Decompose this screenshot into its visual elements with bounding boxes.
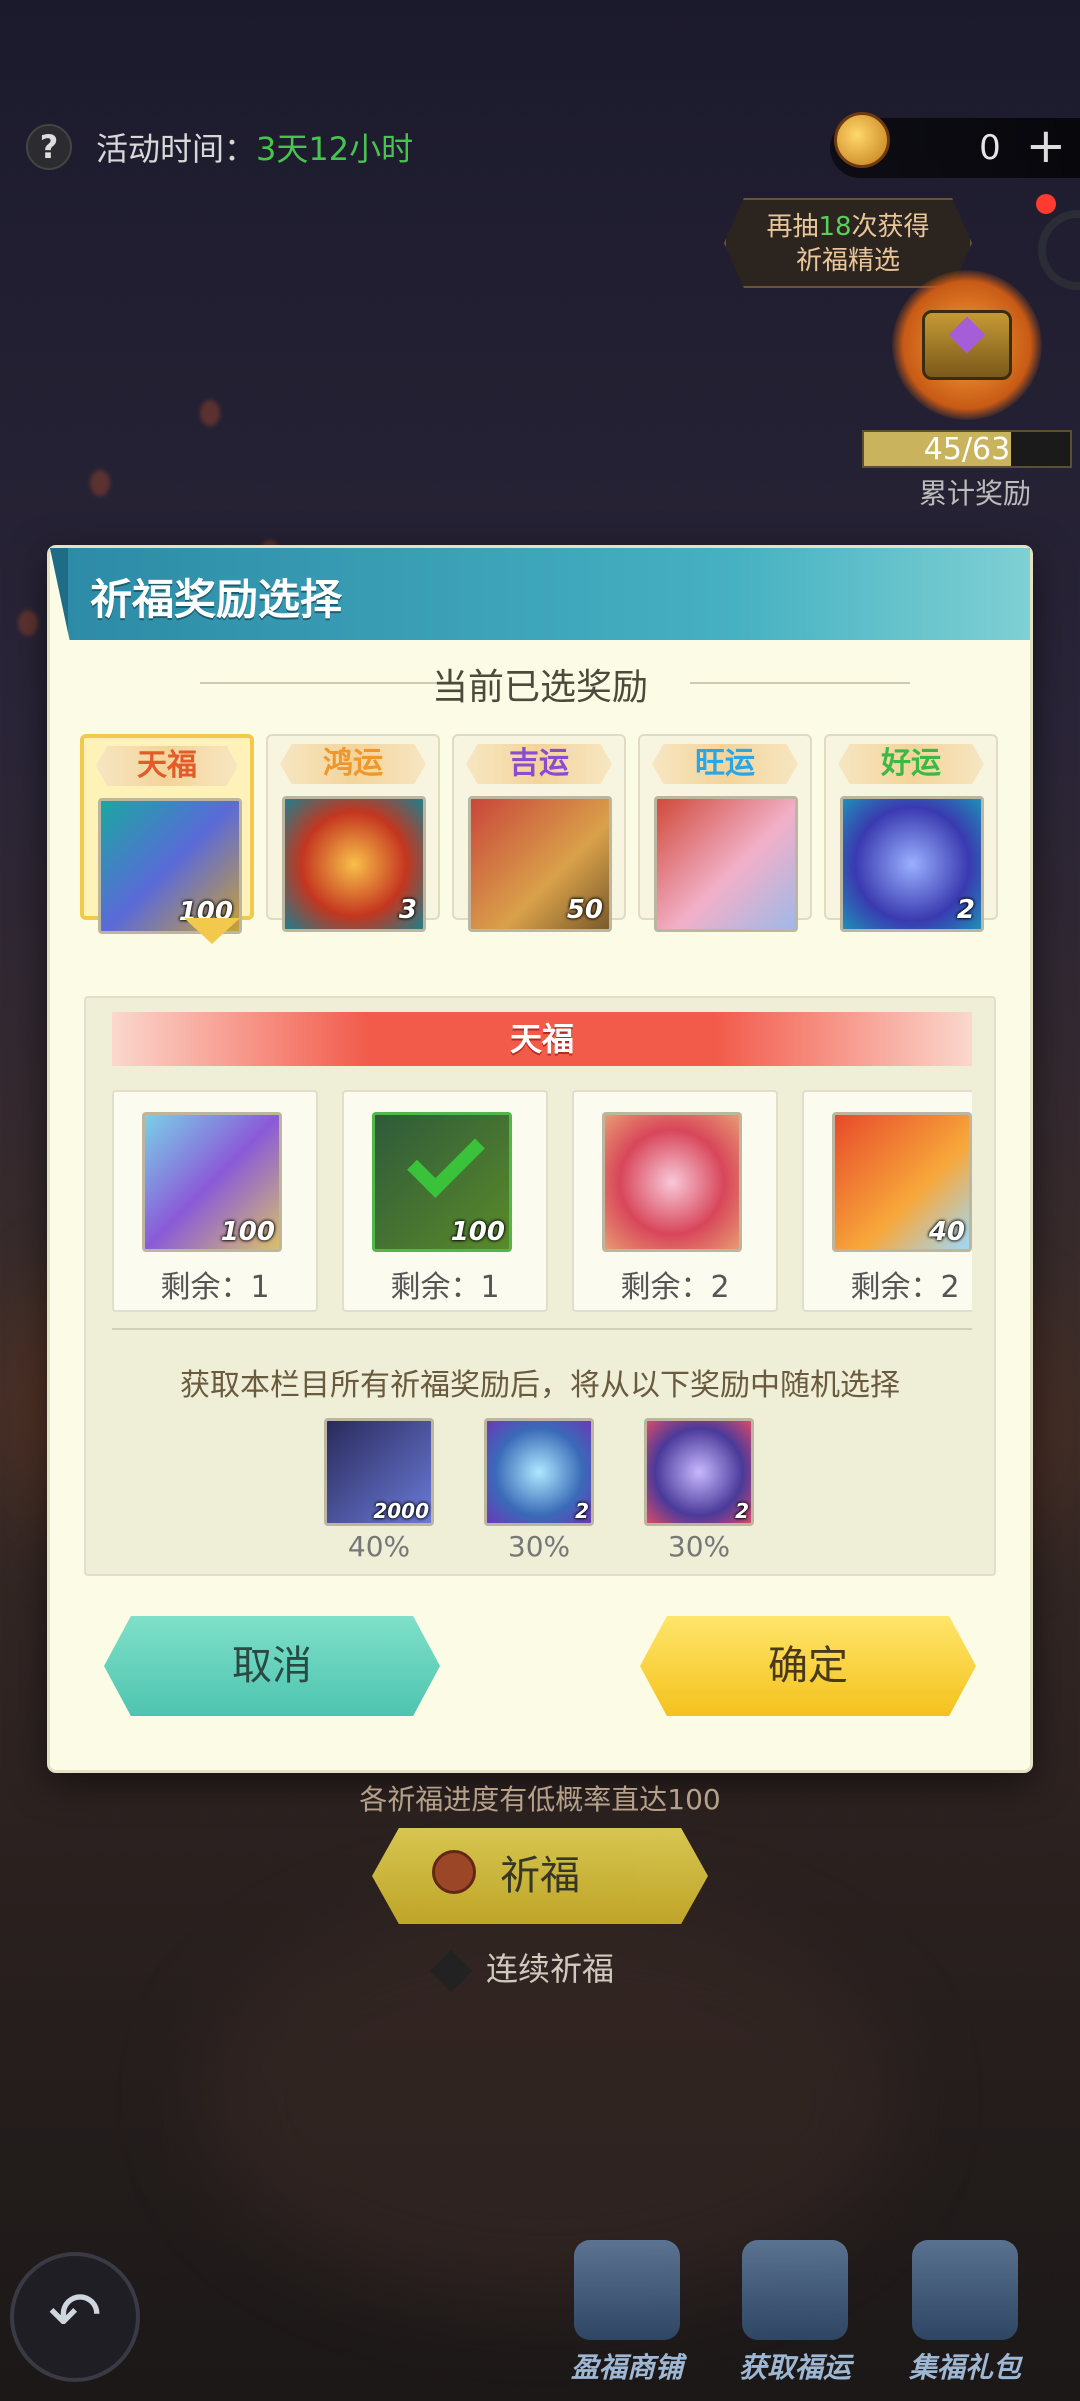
panel-divider bbox=[112, 1328, 972, 1330]
cumulative-chest-icon[interactable] bbox=[892, 270, 1042, 420]
checkbox-icon bbox=[429, 1949, 473, 1993]
help-button[interactable]: ? bbox=[26, 124, 72, 170]
cube-box-icon: 100 bbox=[142, 1112, 282, 1252]
scroll-icon: 2000 bbox=[324, 1418, 434, 1526]
pool-item-remaining: 剩余：2 bbox=[620, 1270, 730, 1305]
flame-orb-icon: 3 bbox=[282, 796, 426, 932]
pool-item[interactable]: 100 剩余：1 bbox=[112, 1090, 318, 1312]
coin-icon bbox=[834, 112, 890, 168]
event-time: 活动时间：3天12小时 bbox=[96, 124, 413, 170]
pray-label: 祈福 bbox=[500, 1853, 580, 1899]
currency-display: 0 + bbox=[830, 112, 1080, 178]
pray-button[interactable]: 祈福 bbox=[372, 1828, 708, 1924]
tier-tab-wangyun[interactable]: 旺运 bbox=[638, 734, 812, 932]
section-title: 当前已选奖励 bbox=[431, 667, 648, 708]
star-gem-icon: 2 bbox=[644, 1418, 754, 1526]
draw-hint-bubble: 再抽18次获得 祈福精选 bbox=[724, 198, 972, 288]
gold-chest-icon: 100 bbox=[98, 798, 242, 934]
shop-icon bbox=[574, 2240, 680, 2340]
cancel-button[interactable]: 取消 bbox=[104, 1616, 440, 1716]
tier-qty: 3 bbox=[398, 895, 417, 925]
water-orb-icon: 2 bbox=[484, 1418, 594, 1526]
tier-label: 天福 bbox=[96, 746, 238, 786]
pool-item[interactable]: 剩余：2 bbox=[572, 1090, 778, 1312]
selected-tier-pointer bbox=[184, 918, 240, 944]
nav-label: 获取福运 bbox=[738, 2351, 851, 2384]
check-icon bbox=[407, 1120, 485, 1198]
random-selection-note: 获取本栏目所有祈福奖励后，将从以下奖励中随机选择 bbox=[180, 1368, 900, 1403]
back-button[interactable]: ↶ bbox=[10, 2252, 140, 2382]
random-reward-item[interactable]: 2000 40% bbox=[324, 1418, 434, 1563]
auto-pray-toggle[interactable]: 连续祈福 bbox=[429, 1944, 615, 1993]
random-item-chance: 30% bbox=[667, 1530, 731, 1563]
crystal-pedestal-icon: 40 bbox=[832, 1112, 972, 1252]
nav-gift-pack-button[interactable]: 集福礼包 bbox=[890, 2240, 1040, 2390]
pool-item-qty: 100 bbox=[450, 1217, 505, 1247]
progress-text: 45/63 bbox=[923, 432, 1011, 467]
pray-coin-icon bbox=[432, 1850, 476, 1894]
side-menu-icon[interactable] bbox=[1038, 210, 1080, 290]
random-item-chance: 40% bbox=[347, 1530, 411, 1563]
book-icon bbox=[742, 2240, 848, 2340]
tier-tab-haoyun[interactable]: 好运 2 bbox=[824, 734, 998, 932]
back-arrow-icon: ↶ bbox=[48, 2279, 102, 2353]
random-item-qty: 2 bbox=[735, 1499, 749, 1523]
nav-label: 盈福商铺 bbox=[570, 2351, 683, 2384]
modal-header: 祈福奖励选择 bbox=[50, 548, 1030, 640]
treasure-chest-icon: 50 bbox=[468, 796, 612, 932]
random-reward-item[interactable]: 2 30% bbox=[484, 1418, 594, 1563]
tier-label: 鸿运 bbox=[280, 744, 426, 784]
nav-get-luck-button[interactable]: 获取福运 bbox=[720, 2240, 870, 2390]
header-accent bbox=[50, 548, 68, 640]
crystal-box-icon bbox=[654, 796, 798, 932]
gift-icon bbox=[912, 2240, 1018, 2340]
tier-tab-tianfu[interactable]: 天福 100 bbox=[80, 734, 254, 934]
reward-pool-panel: 天福 100 剩余：1 100 剩余：1 剩余：2 40 剩余：2 获取本栏目所… bbox=[84, 996, 996, 1576]
tier-label: 吉运 bbox=[466, 744, 612, 784]
draw-hint-count: 18 bbox=[818, 212, 852, 242]
cumulative-progress-bar: 45/63 bbox=[862, 430, 1072, 468]
event-time-label: 活动时间： bbox=[96, 130, 257, 168]
moon-orb-icon bbox=[602, 1112, 742, 1252]
active-tier-banner: 天福 bbox=[112, 1012, 972, 1066]
pool-item-remaining: 剩余：2 bbox=[850, 1270, 960, 1305]
reward-selection-modal: 祈福奖励选择 当前已选奖励 天福 100 鸿运 3 吉运 50 旺运 好运 2 … bbox=[50, 548, 1030, 1770]
tier-qty: 50 bbox=[566, 895, 603, 925]
draw-hint-post: 次获得 bbox=[851, 212, 930, 242]
draw-hint-pre: 再抽 bbox=[766, 212, 819, 242]
auto-pray-label: 连续祈福 bbox=[486, 1950, 615, 1988]
nav-label: 集福礼包 bbox=[908, 2351, 1021, 2384]
pool-item-remaining: 剩余：1 bbox=[160, 1270, 270, 1305]
nav-shop-button[interactable]: 盈福商铺 bbox=[552, 2240, 702, 2390]
random-reward-item[interactable]: 2 30% bbox=[644, 1418, 754, 1563]
tier-tab-jiyun[interactable]: 吉运 50 bbox=[452, 734, 626, 932]
tier-label: 旺运 bbox=[652, 744, 798, 784]
confirm-button[interactable]: 确定 bbox=[640, 1616, 976, 1716]
pool-item[interactable]: 40 剩余：2 bbox=[802, 1090, 972, 1312]
gold-chest-icon: 100 bbox=[372, 1112, 512, 1252]
pool-item-remaining: 剩余：1 bbox=[390, 1270, 500, 1305]
rune-stone-icon: 2 bbox=[840, 796, 984, 932]
modal-title: 祈福奖励选择 bbox=[90, 575, 343, 624]
notification-dot bbox=[1036, 194, 1056, 214]
bottom-hint-text: 各祈福进度有低概率直达100 bbox=[359, 1783, 721, 1816]
random-item-chance: 30% bbox=[507, 1530, 571, 1563]
tier-label: 好运 bbox=[838, 744, 984, 784]
pool-item-qty: 100 bbox=[220, 1217, 275, 1247]
random-item-qty: 2 bbox=[575, 1499, 589, 1523]
question-icon: ? bbox=[39, 128, 59, 166]
event-time-value: 3天12小时 bbox=[256, 130, 414, 168]
tier-tab-hongyun[interactable]: 鸿运 3 bbox=[266, 734, 440, 932]
cumulative-label: 累计奖励 bbox=[918, 477, 1031, 510]
tier-qty: 2 bbox=[956, 895, 975, 925]
pool-item[interactable]: 100 剩余：1 bbox=[342, 1090, 548, 1312]
add-currency-button[interactable]: + bbox=[1026, 122, 1066, 170]
reward-pool-list[interactable]: 100 剩余：1 100 剩余：1 剩余：2 40 剩余：2 bbox=[112, 1090, 972, 1314]
draw-hint-line2: 祈福精选 bbox=[795, 246, 900, 276]
tier-tabs: 天福 100 鸿运 3 吉运 50 旺运 好运 2 bbox=[80, 734, 1000, 934]
pool-item-qty: 40 bbox=[928, 1217, 965, 1247]
random-item-qty: 2000 bbox=[373, 1499, 429, 1523]
currency-count: 0 bbox=[979, 128, 1001, 168]
